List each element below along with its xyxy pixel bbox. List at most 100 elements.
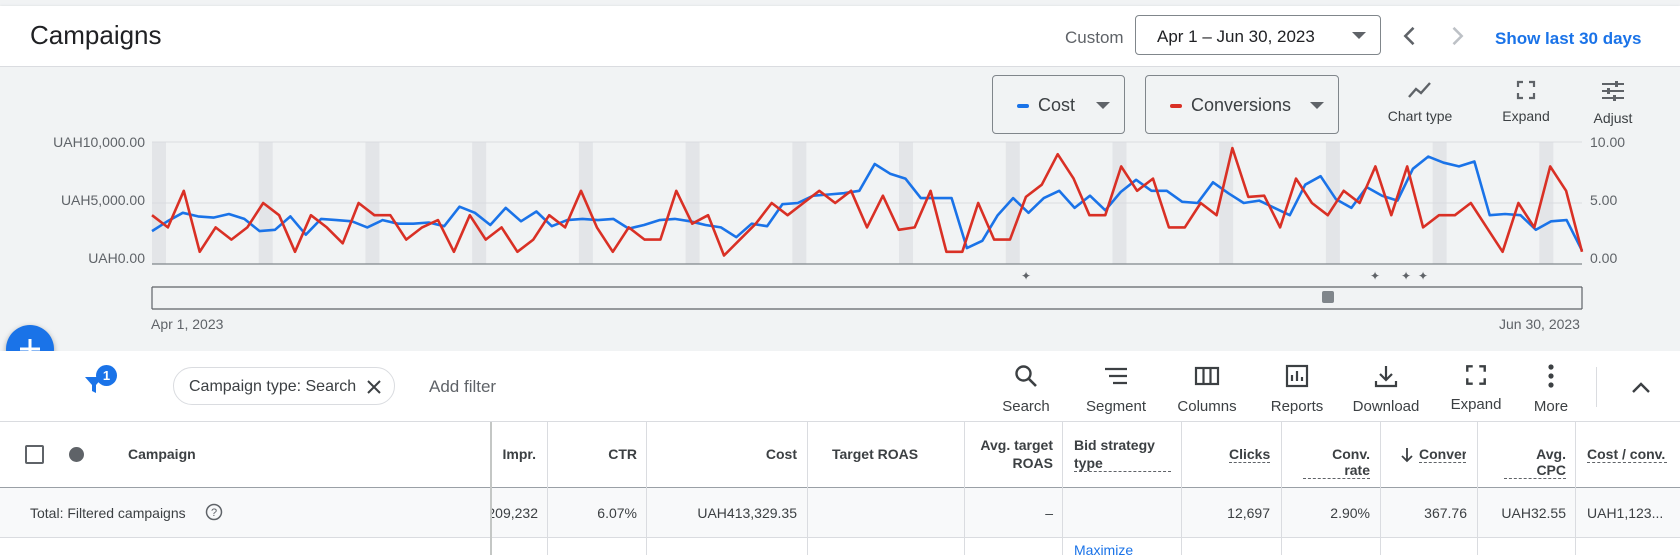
download-button[interactable]: Download	[1349, 363, 1423, 415]
table-row: Maximize	[0, 538, 1680, 555]
y-right-tick: 0.00	[1590, 250, 1618, 266]
frozen-column-divider[interactable]	[490, 422, 492, 555]
chevron-right-icon[interactable]	[1443, 22, 1471, 50]
sort-descending-icon	[1401, 448, 1413, 463]
filter-chip-campaign-type[interactable]: Campaign type: Search	[173, 367, 395, 405]
total-conv-rate: 2.90%	[1330, 505, 1370, 521]
column-header-conv-rate[interactable]: Conv. rate	[1303, 446, 1370, 479]
search-label: Search	[1002, 398, 1050, 415]
tune-icon	[1602, 81, 1624, 101]
column-divider	[807, 422, 808, 555]
chevron-down-icon	[1352, 32, 1366, 39]
metric-selector-cost[interactable]: Cost	[992, 75, 1125, 134]
segment-icon	[1105, 367, 1127, 385]
metric-label: Cost	[1038, 95, 1076, 115]
more-vert-icon	[1548, 364, 1554, 388]
column-header-conversions[interactable]: Conver	[1419, 446, 1466, 463]
add-filter-button[interactable]: Add filter	[429, 377, 496, 397]
select-all-checkbox[interactable]	[25, 445, 44, 464]
metric-label: Conversions	[1191, 95, 1292, 115]
column-header-campaign[interactable]: Campaign	[128, 446, 196, 462]
performance-chart-panel: ✦ ✦ ✦ ✦ Cost Conversions Chart type Expand …	[0, 67, 1680, 351]
search-icon	[1015, 365, 1037, 387]
column-header-cost[interactable]: Cost	[660, 446, 797, 462]
column-divider	[1181, 422, 1182, 555]
column-header-cost-per-conv[interactable]: Cost / conv.	[1587, 446, 1667, 463]
chevron-left-icon[interactable]	[1396, 22, 1424, 50]
column-header-clicks[interactable]: Clicks	[1229, 446, 1270, 463]
status-column-icon	[69, 447, 84, 462]
total-avg-target-roas: –	[1045, 505, 1053, 521]
reports-button[interactable]: Reports	[1262, 363, 1332, 415]
help-icon[interactable]: ?	[205, 503, 223, 521]
svg-text:?: ?	[211, 507, 217, 519]
expand-chart-button[interactable]: Expand	[1492, 79, 1560, 124]
y-left-tick: UAH0.00	[88, 250, 145, 266]
filter-chip-label: Campaign type: Search	[189, 378, 357, 395]
column-divider	[1380, 422, 1381, 555]
date-range-type-label: Custom	[1065, 28, 1124, 47]
column-header-target-roas[interactable]: Target ROAS	[832, 446, 918, 462]
more-label: More	[1533, 398, 1569, 415]
chart-type-button[interactable]: Chart type	[1380, 79, 1460, 124]
column-divider	[1575, 422, 1576, 555]
column-header-impr[interactable]: Impr.	[490, 446, 536, 462]
annotation-sparkle-icon: ✦	[1021, 269, 1031, 283]
column-header-ctr[interactable]: CTR	[560, 446, 637, 462]
columns-icon	[1194, 366, 1220, 386]
total-conversions: 367.76	[1424, 505, 1467, 521]
total-cost: UAH413,329.35	[697, 505, 797, 521]
reports-label: Reports	[1270, 398, 1324, 415]
y-right-tick: 5.00	[1590, 192, 1618, 208]
y-left-tick: UAH10,000.00	[53, 134, 145, 150]
table-total-row: Total: Filtered campaigns ? 209,232 6.07…	[0, 488, 1680, 538]
total-cost-per-conv: UAH1,123...	[1587, 505, 1664, 521]
columns-button[interactable]: Columns	[1172, 363, 1242, 415]
page-title: Campaigns	[30, 20, 162, 50]
column-header-avg-target-roas-line1[interactable]: Avg. target	[970, 437, 1053, 453]
column-header-bid-strategy-line1[interactable]: Bid strategy	[1074, 437, 1155, 453]
metric-selector-conversions[interactable]: Conversions	[1145, 75, 1339, 134]
reports-icon	[1285, 364, 1309, 388]
y-left-tick: UAH5,000.00	[60, 192, 145, 208]
column-divider	[547, 422, 548, 555]
annotation-sparkle-icon: ✦	[1401, 269, 1411, 283]
filter-count-badge: 1	[96, 365, 117, 386]
y-right-tick: 10.00	[1590, 134, 1626, 150]
column-header-avg-target-roas-line2: ROAS	[1012, 455, 1053, 471]
column-divider	[964, 422, 965, 555]
download-label: Download	[1352, 398, 1420, 415]
adjust-chart-button[interactable]: Adjust	[1586, 79, 1640, 126]
date-range-dropdown[interactable]: Apr 1 – Jun 30, 2023	[1135, 15, 1381, 55]
chart-type-label: Chart type	[1387, 108, 1453, 124]
cost-legend-swatch	[1017, 104, 1029, 108]
x-end-label: Jun 30, 2023	[1499, 316, 1580, 332]
close-icon[interactable]	[365, 378, 383, 396]
filter-toolbar: 1 Campaign type: Search Add filter Searc…	[0, 351, 1680, 422]
total-avg-cpc: UAH32.55	[1501, 505, 1566, 521]
total-impr: 209,232	[490, 505, 538, 521]
chevron-down-icon	[1310, 102, 1324, 109]
column-header-avg-cpc[interactable]: Avg. CPC	[1504, 446, 1566, 479]
chevron-up-icon[interactable]	[1628, 375, 1654, 401]
more-button[interactable]: More	[1527, 363, 1575, 415]
total-row-label: Total: Filtered campaigns	[30, 505, 186, 521]
fullscreen-icon	[1466, 365, 1486, 385]
segment-button[interactable]: Segment	[1080, 363, 1152, 415]
toolbar-divider	[1596, 367, 1597, 407]
total-ctr: 6.07%	[597, 505, 637, 521]
adjust-label: Adjust	[1593, 110, 1633, 126]
annotation-sparkle-icon: ✦	[1370, 269, 1380, 283]
bid-strategy-link[interactable]: Maximize	[1074, 542, 1133, 555]
column-divider	[1062, 422, 1063, 555]
columns-label: Columns	[1177, 398, 1237, 415]
date-range-value: Apr 1 – Jun 30, 2023	[1157, 27, 1315, 46]
expand-table-button[interactable]: Expand	[1446, 363, 1506, 413]
range-slider-handle[interactable]	[1322, 291, 1334, 303]
show-last-30-days-link[interactable]: Show last 30 days	[1495, 29, 1641, 49]
total-clicks: 12,697	[1227, 505, 1270, 521]
search-button[interactable]: Search	[996, 363, 1056, 415]
expand-label: Expand	[1450, 396, 1502, 413]
column-header-bid-strategy-line2: type	[1074, 455, 1171, 472]
annotation-sparkle-icon: ✦	[1418, 269, 1428, 283]
